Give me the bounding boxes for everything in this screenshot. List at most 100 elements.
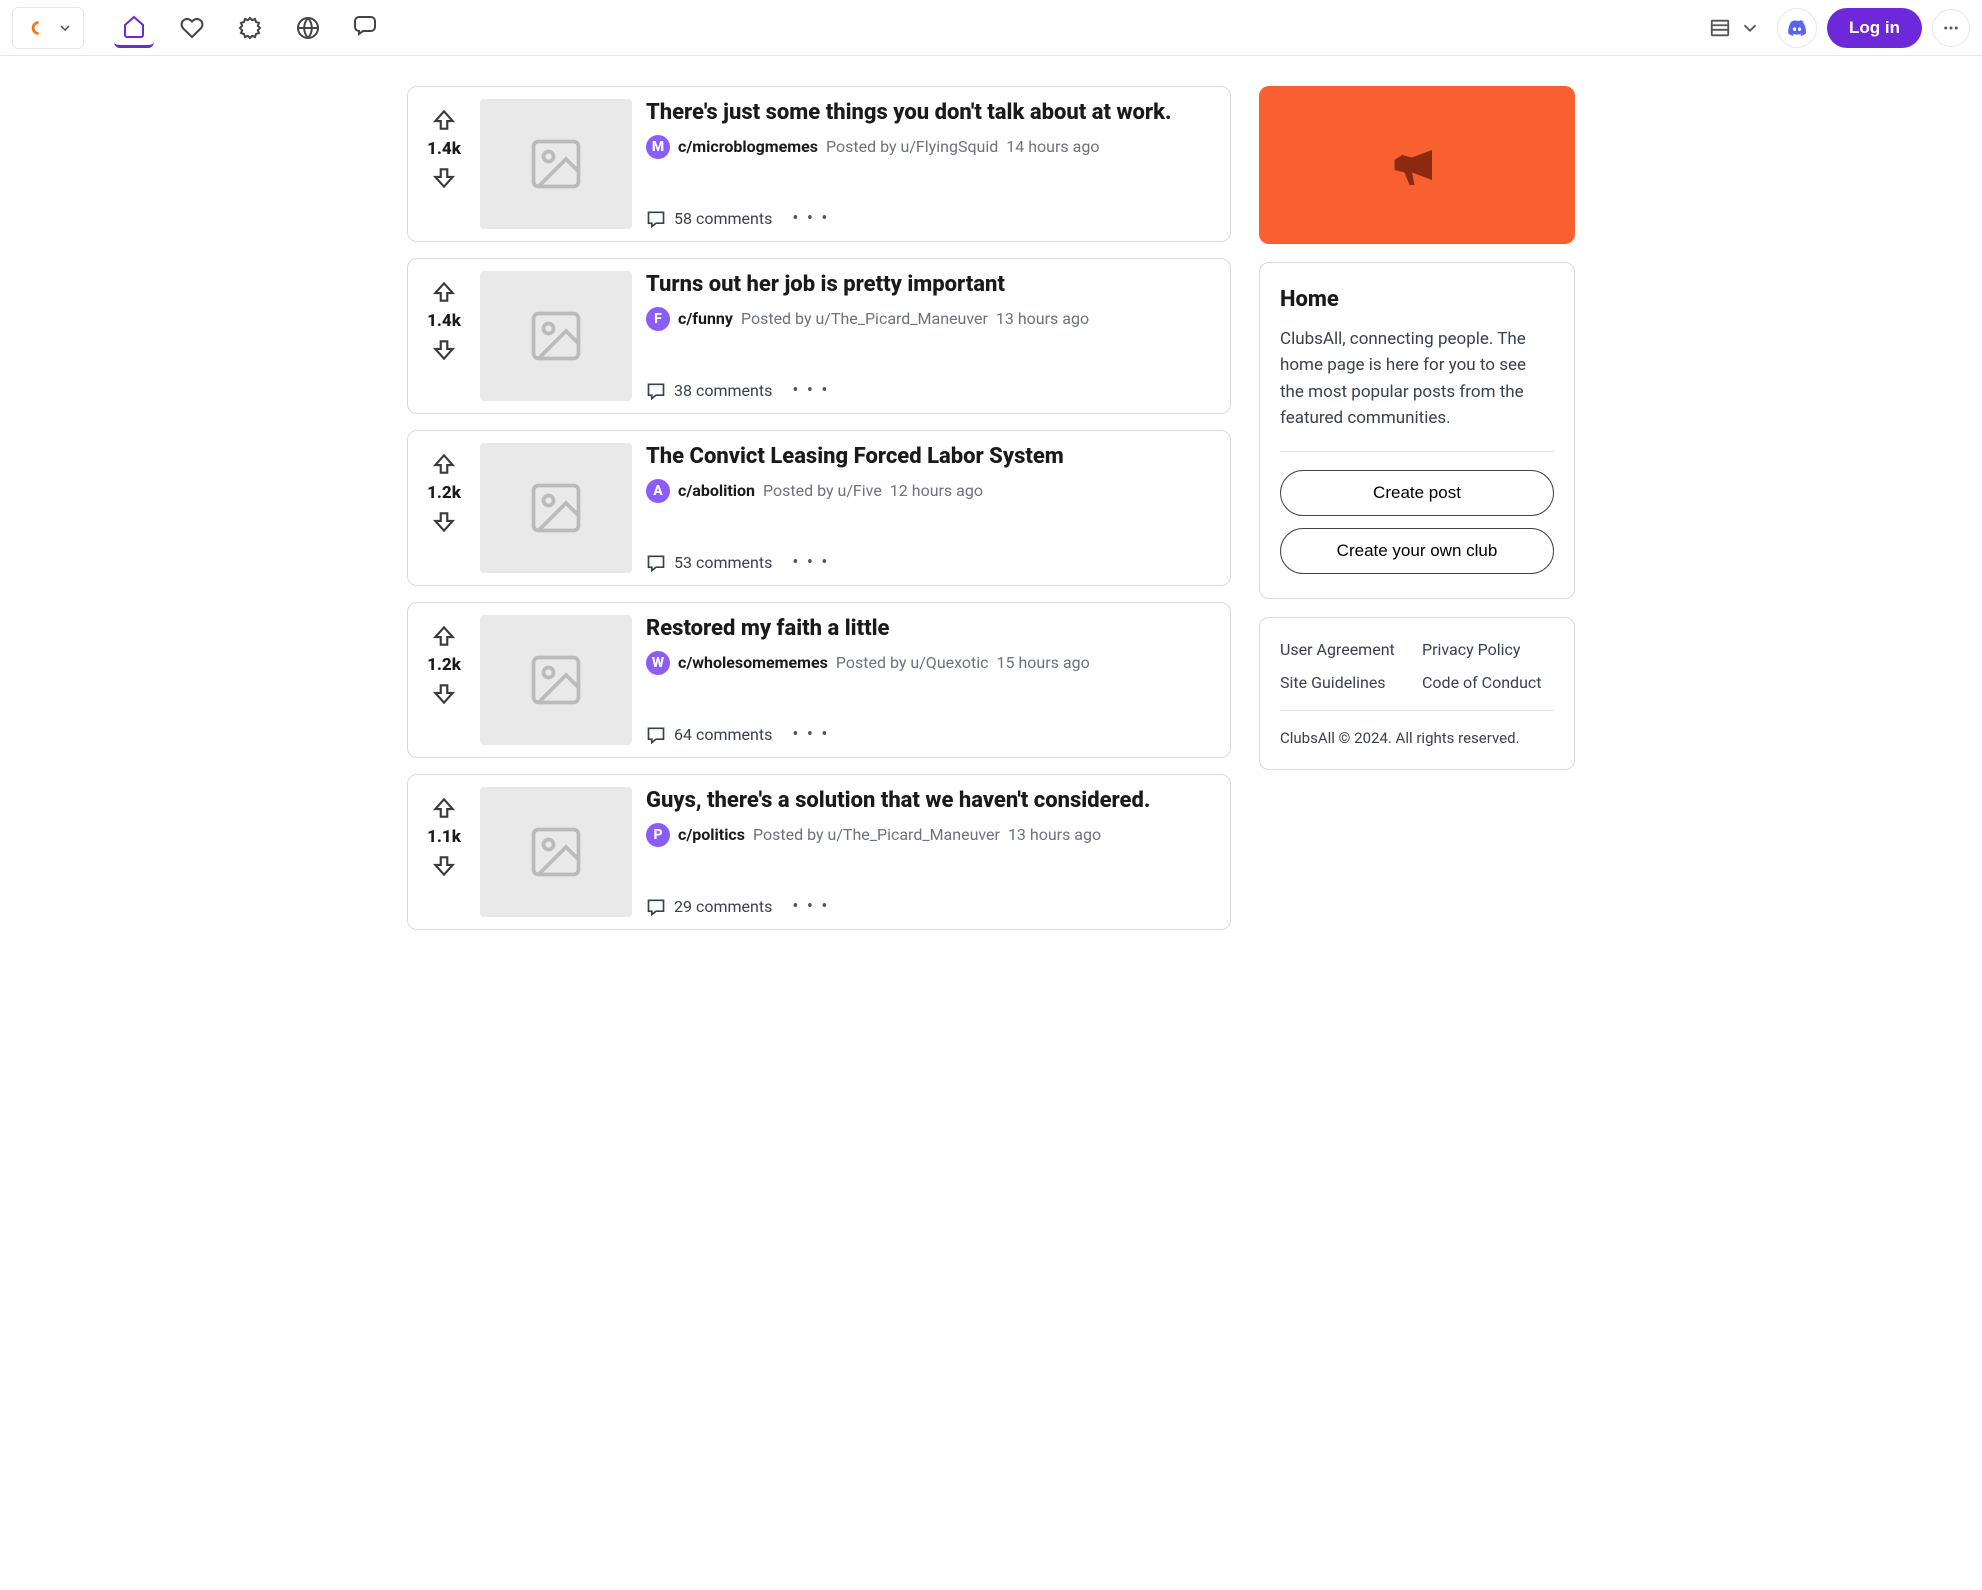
post-thumbnail[interactable] <box>480 787 632 917</box>
post-card[interactable]: 1.4k Turns out her job is pretty importa… <box>407 258 1231 414</box>
post-actions: 58 comments • • • <box>646 188 1216 229</box>
post-title[interactable]: Restored my faith a little <box>646 615 1216 643</box>
comments-link[interactable]: 29 comments <box>646 897 772 917</box>
upvote-icon[interactable] <box>431 279 457 305</box>
footer-link-code-of-conduct[interactable]: Code of Conduct <box>1422 673 1554 692</box>
vote-column: 1.2k <box>422 615 466 745</box>
downvote-icon[interactable] <box>431 681 457 707</box>
post-thumbnail[interactable] <box>480 443 632 573</box>
post-card[interactable]: 1.4k There's just some things you don't … <box>407 86 1231 242</box>
post-thumbnail[interactable] <box>480 99 632 229</box>
post-actions: 64 comments • • • <box>646 704 1216 745</box>
post-card[interactable]: 1.2k The Convict Leasing Forced Labor Sy… <box>407 430 1231 586</box>
nav-home[interactable] <box>114 8 154 48</box>
vote-column: 1.2k <box>422 443 466 573</box>
login-button[interactable]: Log in <box>1827 8 1922 48</box>
post-card[interactable]: 1.1k Guys, there's a solution that we ha… <box>407 774 1231 930</box>
image-placeholder-icon <box>526 478 586 538</box>
club-badge: F <box>646 307 670 331</box>
image-placeholder-icon <box>526 822 586 882</box>
upvote-icon[interactable] <box>431 623 457 649</box>
nav-verified[interactable] <box>230 8 270 48</box>
home-info-title: Home <box>1280 287 1554 312</box>
home-info-box: Home ClubsAll, connecting people. The ho… <box>1259 262 1575 599</box>
posted-by[interactable]: Posted by u/Five <box>763 481 882 500</box>
footer-link-privacy-policy[interactable]: Privacy Policy <box>1422 640 1554 659</box>
footer-link-site-guidelines[interactable]: Site Guidelines <box>1280 673 1412 692</box>
create-club-button[interactable]: Create your own club <box>1280 528 1554 574</box>
club-badge: P <box>646 823 670 847</box>
posted-by[interactable]: Posted by u/The_Picard_Maneuver <box>753 825 1000 844</box>
post-more-options[interactable]: • • • <box>792 380 829 401</box>
upvote-icon[interactable] <box>431 107 457 133</box>
club-link[interactable]: c/wholesomememes <box>678 653 828 672</box>
nav-favorites[interactable] <box>172 8 212 48</box>
more-options-button[interactable] <box>1932 9 1970 47</box>
right-sidebar: Home ClubsAll, connecting people. The ho… <box>1259 86 1575 770</box>
vote-column: 1.4k <box>422 99 466 229</box>
club-link[interactable]: c/politics <box>678 825 745 844</box>
club-badge: A <box>646 479 670 503</box>
post-more-options[interactable]: • • • <box>792 724 829 745</box>
post-body: The Convict Leasing Forced Labor System … <box>646 443 1216 573</box>
footer-link-user-agreement[interactable]: User Agreement <box>1280 640 1412 659</box>
club-link[interactable]: c/microblogmemes <box>678 137 818 156</box>
nav-messages[interactable] <box>346 8 386 48</box>
posted-by[interactable]: Posted by u/FlyingSquid <box>826 137 998 156</box>
post-time: 14 hours ago <box>1006 137 1099 156</box>
chevron-down-icon <box>1739 17 1761 39</box>
comments-link[interactable]: 38 comments <box>646 381 772 401</box>
post-feed: 1.4k There's just some things you don't … <box>407 86 1231 930</box>
badge-icon <box>238 16 262 40</box>
comment-icon <box>646 209 666 229</box>
comment-icon <box>646 553 666 573</box>
post-meta: F c/funny Posted by u/The_Picard_Maneuve… <box>646 307 1216 331</box>
comments-link[interactable]: 58 comments <box>646 209 772 229</box>
post-thumbnail[interactable] <box>480 271 632 401</box>
post-title[interactable]: Guys, there's a solution that we haven't… <box>646 787 1216 815</box>
post-time: 12 hours ago <box>890 481 983 500</box>
comment-icon <box>646 725 666 745</box>
comments-link[interactable]: 64 comments <box>646 725 772 745</box>
vote-count: 1.4k <box>427 311 461 331</box>
discord-icon <box>1786 17 1808 39</box>
downvote-icon[interactable] <box>431 853 457 879</box>
post-more-options[interactable]: • • • <box>792 896 829 917</box>
view-mode-dropdown[interactable] <box>1703 13 1767 43</box>
upvote-icon[interactable] <box>431 451 457 477</box>
sidebar-hero-image <box>1259 86 1575 244</box>
nav-explore[interactable] <box>288 8 328 48</box>
post-card[interactable]: 1.2k Restored my faith a little W c/whol… <box>407 602 1231 758</box>
downvote-icon[interactable] <box>431 337 457 363</box>
top-header: Log in <box>0 0 1982 56</box>
header-right: Log in <box>1703 8 1970 48</box>
comments-count: 58 comments <box>674 209 772 228</box>
post-title[interactable]: There's just some things you don't talk … <box>646 99 1216 127</box>
comments-link[interactable]: 53 comments <box>646 553 772 573</box>
post-body: There's just some things you don't talk … <box>646 99 1216 229</box>
home-info-description: ClubsAll, connecting people. The home pa… <box>1280 326 1554 431</box>
upvote-icon[interactable] <box>431 795 457 821</box>
list-view-icon <box>1709 17 1731 39</box>
vote-count: 1.4k <box>427 139 461 159</box>
post-meta: P c/politics Posted by u/The_Picard_Mane… <box>646 823 1216 847</box>
comment-icon <box>646 381 666 401</box>
downvote-icon[interactable] <box>431 165 457 191</box>
vote-count: 1.1k <box>427 827 461 847</box>
club-badge: M <box>646 135 670 159</box>
post-thumbnail[interactable] <box>480 615 632 745</box>
post-more-options[interactable]: • • • <box>792 552 829 573</box>
downvote-icon[interactable] <box>431 509 457 535</box>
post-more-options[interactable]: • • • <box>792 208 829 229</box>
comments-count: 38 comments <box>674 381 772 400</box>
posted-by[interactable]: Posted by u/The_Picard_Maneuver <box>741 309 988 328</box>
posted-by[interactable]: Posted by u/Quexotic <box>836 653 989 672</box>
club-link[interactable]: c/funny <box>678 309 733 328</box>
discord-button[interactable] <box>1777 8 1817 48</box>
club-link[interactable]: c/abolition <box>678 481 755 500</box>
create-post-button[interactable]: Create post <box>1280 470 1554 516</box>
home-icon <box>122 14 146 38</box>
post-title[interactable]: Turns out her job is pretty important <box>646 271 1216 299</box>
post-title[interactable]: The Convict Leasing Forced Labor System <box>646 443 1216 471</box>
logo-dropdown[interactable] <box>12 7 84 49</box>
